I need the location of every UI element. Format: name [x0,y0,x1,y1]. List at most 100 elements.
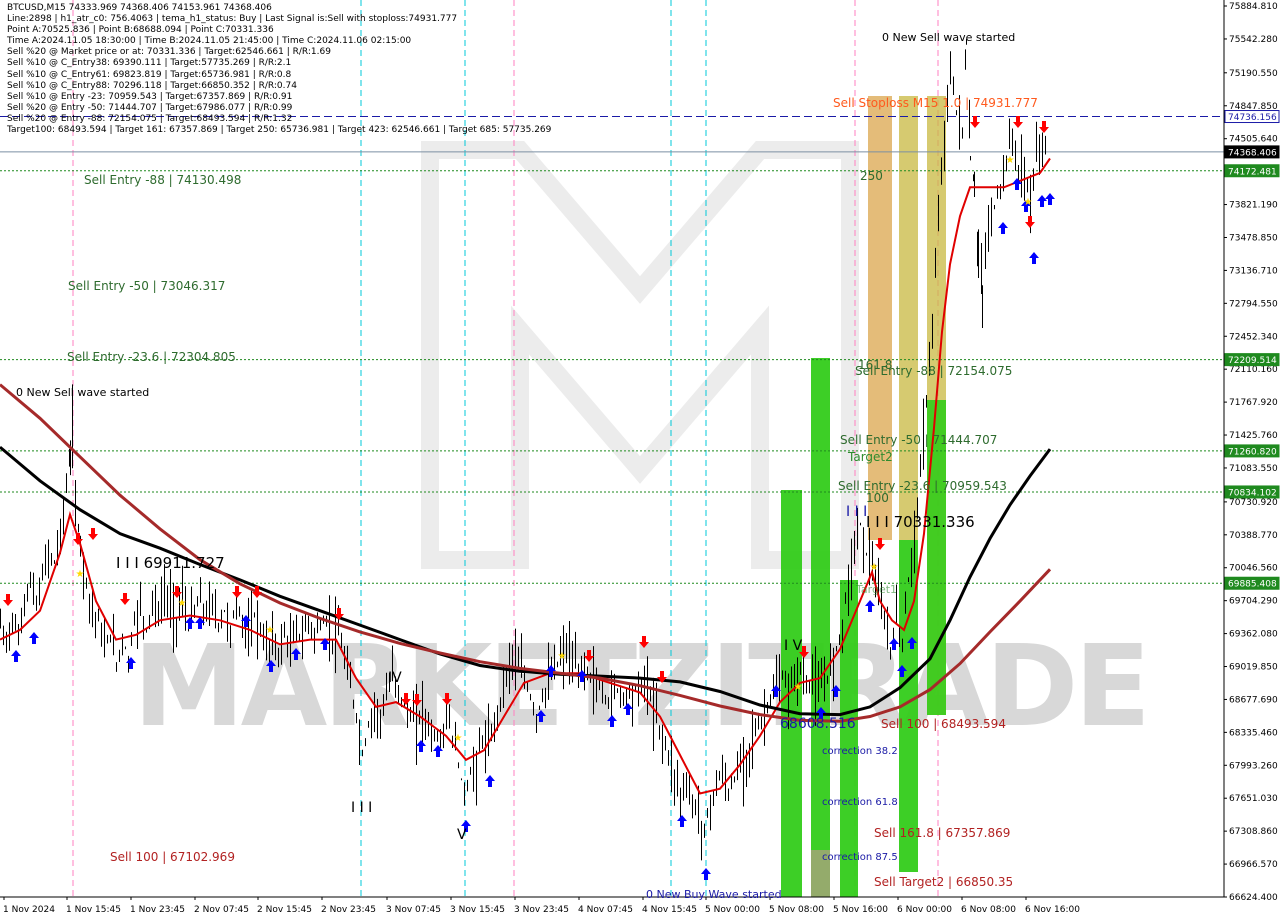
sell-arrow [73,533,83,545]
info-line: Sell %10 @ Entry -23: 70959.543 | Target… [7,91,293,102]
y-tick-label: 73136.710 [1229,266,1278,276]
fib-label: 161.8 [858,358,893,372]
buy-arrow [998,222,1008,234]
signal-star: ★ [1024,197,1033,208]
x-tick-label: 1 Nov 15:45 [66,905,121,915]
price-badge-label: 70834.102 [1228,488,1277,498]
sell-arrow [970,116,980,128]
y-tick-label: 68335.460 [1229,728,1278,738]
info-line: Sell %10 @ C_Entry61: 69823.819 | Target… [7,69,292,80]
x-tick-label: 5 Nov 16:00 [833,905,888,915]
buy-arrow [485,775,495,787]
price-badge-label: 74172.481 [1228,167,1277,177]
fib-zone-bar [927,400,946,715]
target-label: Target1 [856,583,898,596]
signal-star: ★ [76,569,85,580]
info-line: Sell %10 @ C_Entry88: 70296.118 | Target… [7,80,297,91]
new-buy-wave-label: 0 New Buy Wave started [646,888,782,901]
signal-star: ★ [1006,155,1015,166]
fib-label: 250 [860,169,883,183]
sell-entry-label: Sell Entry -50 | 71444.707 [840,433,998,447]
price-badge-label: 74368.406 [1228,148,1277,158]
y-tick-label: 69704.290 [1229,597,1278,607]
signal-star: ★ [558,651,567,662]
fib-label: 100 [866,491,889,505]
y-tick-label: 66624.400 [1229,893,1278,903]
buy-arrow [29,632,39,644]
x-tick-label: 6 Nov 08:00 [961,905,1016,915]
buy-arrow [11,650,21,662]
x-tick-label: 1 Nov 23:45 [130,905,185,915]
y-tick-label: 73821.190 [1229,201,1278,211]
wave-label: IV [388,670,402,686]
price-badge-label: 72209.514 [1228,356,1277,366]
price-chart: MARKETZITRADE★★★★★★★★★75884.81075542.280… [0,0,1280,915]
x-tick-label: 2 Nov 23:45 [321,905,376,915]
y-tick-label: 70046.560 [1229,564,1278,574]
y-tick-label: 67651.030 [1229,794,1278,804]
sell-entry-label: Sell Entry -50 | 73046.317 [68,279,226,293]
info-line: BTCUSD,M15 74333.969 74368.406 74153.961… [7,3,272,13]
y-tick-label: 75884.810 [1229,2,1278,12]
info-line: Point A:70525.836 | Point B:68688.094 | … [7,25,274,36]
y-tick-label: 72794.550 [1229,299,1278,309]
info-line: Time A:2024.11.05 18:30:00 | Time B:2024… [7,36,412,47]
level-label: I I I 69911.727 [116,554,225,572]
y-tick-label: 70730.920 [1229,498,1278,508]
correction-label: correction 61.8 [822,797,898,808]
x-tick-label: 6 Nov 16:00 [1025,905,1080,915]
info-line: Sell %20 @ Entry -88: 72154.075 | Target… [7,113,293,124]
target-label: Target2 [848,450,893,464]
wave-label: I V [784,638,803,654]
x-tick-label: 5 Nov 08:00 [769,905,824,915]
signal-star: ★ [266,625,275,636]
y-tick-label: 73478.850 [1229,233,1278,243]
sell-entry-label: Sell Entry -23.6 | 70959.543 [838,479,1007,493]
level-label: 68608.516 [780,716,856,732]
level-label: I I I 70331.336 [866,513,975,531]
sell-arrow [1039,121,1049,133]
sell-arrow [232,586,242,598]
y-tick-label: 71083.550 [1229,464,1278,474]
y-tick-label: 69362.080 [1229,630,1278,640]
x-tick-label: 3 Nov 15:45 [450,905,505,915]
y-tick-label: 67308.860 [1229,827,1278,837]
correction-label: correction 87.5 [822,852,898,863]
x-tick-label: 6 Nov 00:00 [897,905,952,915]
y-tick-label: 66966.570 [1229,860,1278,870]
x-tick-label: 2 Nov 07:45 [194,905,249,915]
x-tick-label: 5 Nov 00:00 [705,905,760,915]
fib-zone-bar [868,96,892,540]
sell-entry-label: Sell Entry -23.6 | 72304.805 [67,350,236,364]
y-tick-label: 74505.640 [1229,135,1278,145]
buy-arrow [701,868,711,880]
signal-star: ★ [794,682,803,693]
buy-arrow [1045,193,1055,205]
info-panel: BTCUSD,M15 74333.969 74368.406 74153.961… [7,3,551,136]
new-sell-wave-label: 0 New Sell wave started [882,31,1016,44]
buy-arrow [865,600,875,612]
y-tick-label: 68677.690 [1229,695,1278,705]
buy-arrow [1037,195,1047,207]
x-tick-label: 4 Nov 15:45 [642,905,697,915]
price-badge-label: 69885.408 [1228,580,1277,590]
fib-zone-bar [811,358,830,897]
x-tick-label: 4 Nov 07:45 [578,905,633,915]
info-line: Line:2898 | h1_atr_c0: 756.4063 | tema_h… [7,14,458,25]
price-badge-label: 71260.820 [1228,447,1277,457]
y-tick-label: 71425.760 [1229,431,1278,441]
y-tick-label: 67993.260 [1229,761,1278,771]
info-line: Sell %10 @ C_Entry38: 69390.111 | Target… [7,58,292,69]
wave-label: V [457,827,467,843]
info-line: Sell %20 @ Market price or at: 70331.336… [7,47,331,58]
sell-arrow [1013,116,1023,128]
x-tick-label: 3 Nov 23:45 [514,905,569,915]
y-tick-label: 72110.160 [1229,365,1278,375]
buy-arrow [677,815,687,827]
info-line: Sell %20 @ Entry -50: 71444.707 | Target… [7,102,293,113]
signal-star: ★ [454,733,463,744]
y-tick-label: 69019.850 [1229,663,1278,673]
sell-entry-label: Sell Entry -88 | 74130.498 [84,173,242,187]
sell-arrow [88,528,98,540]
sell-161-label: Sell 161.8 | 67357.869 [874,826,1011,840]
